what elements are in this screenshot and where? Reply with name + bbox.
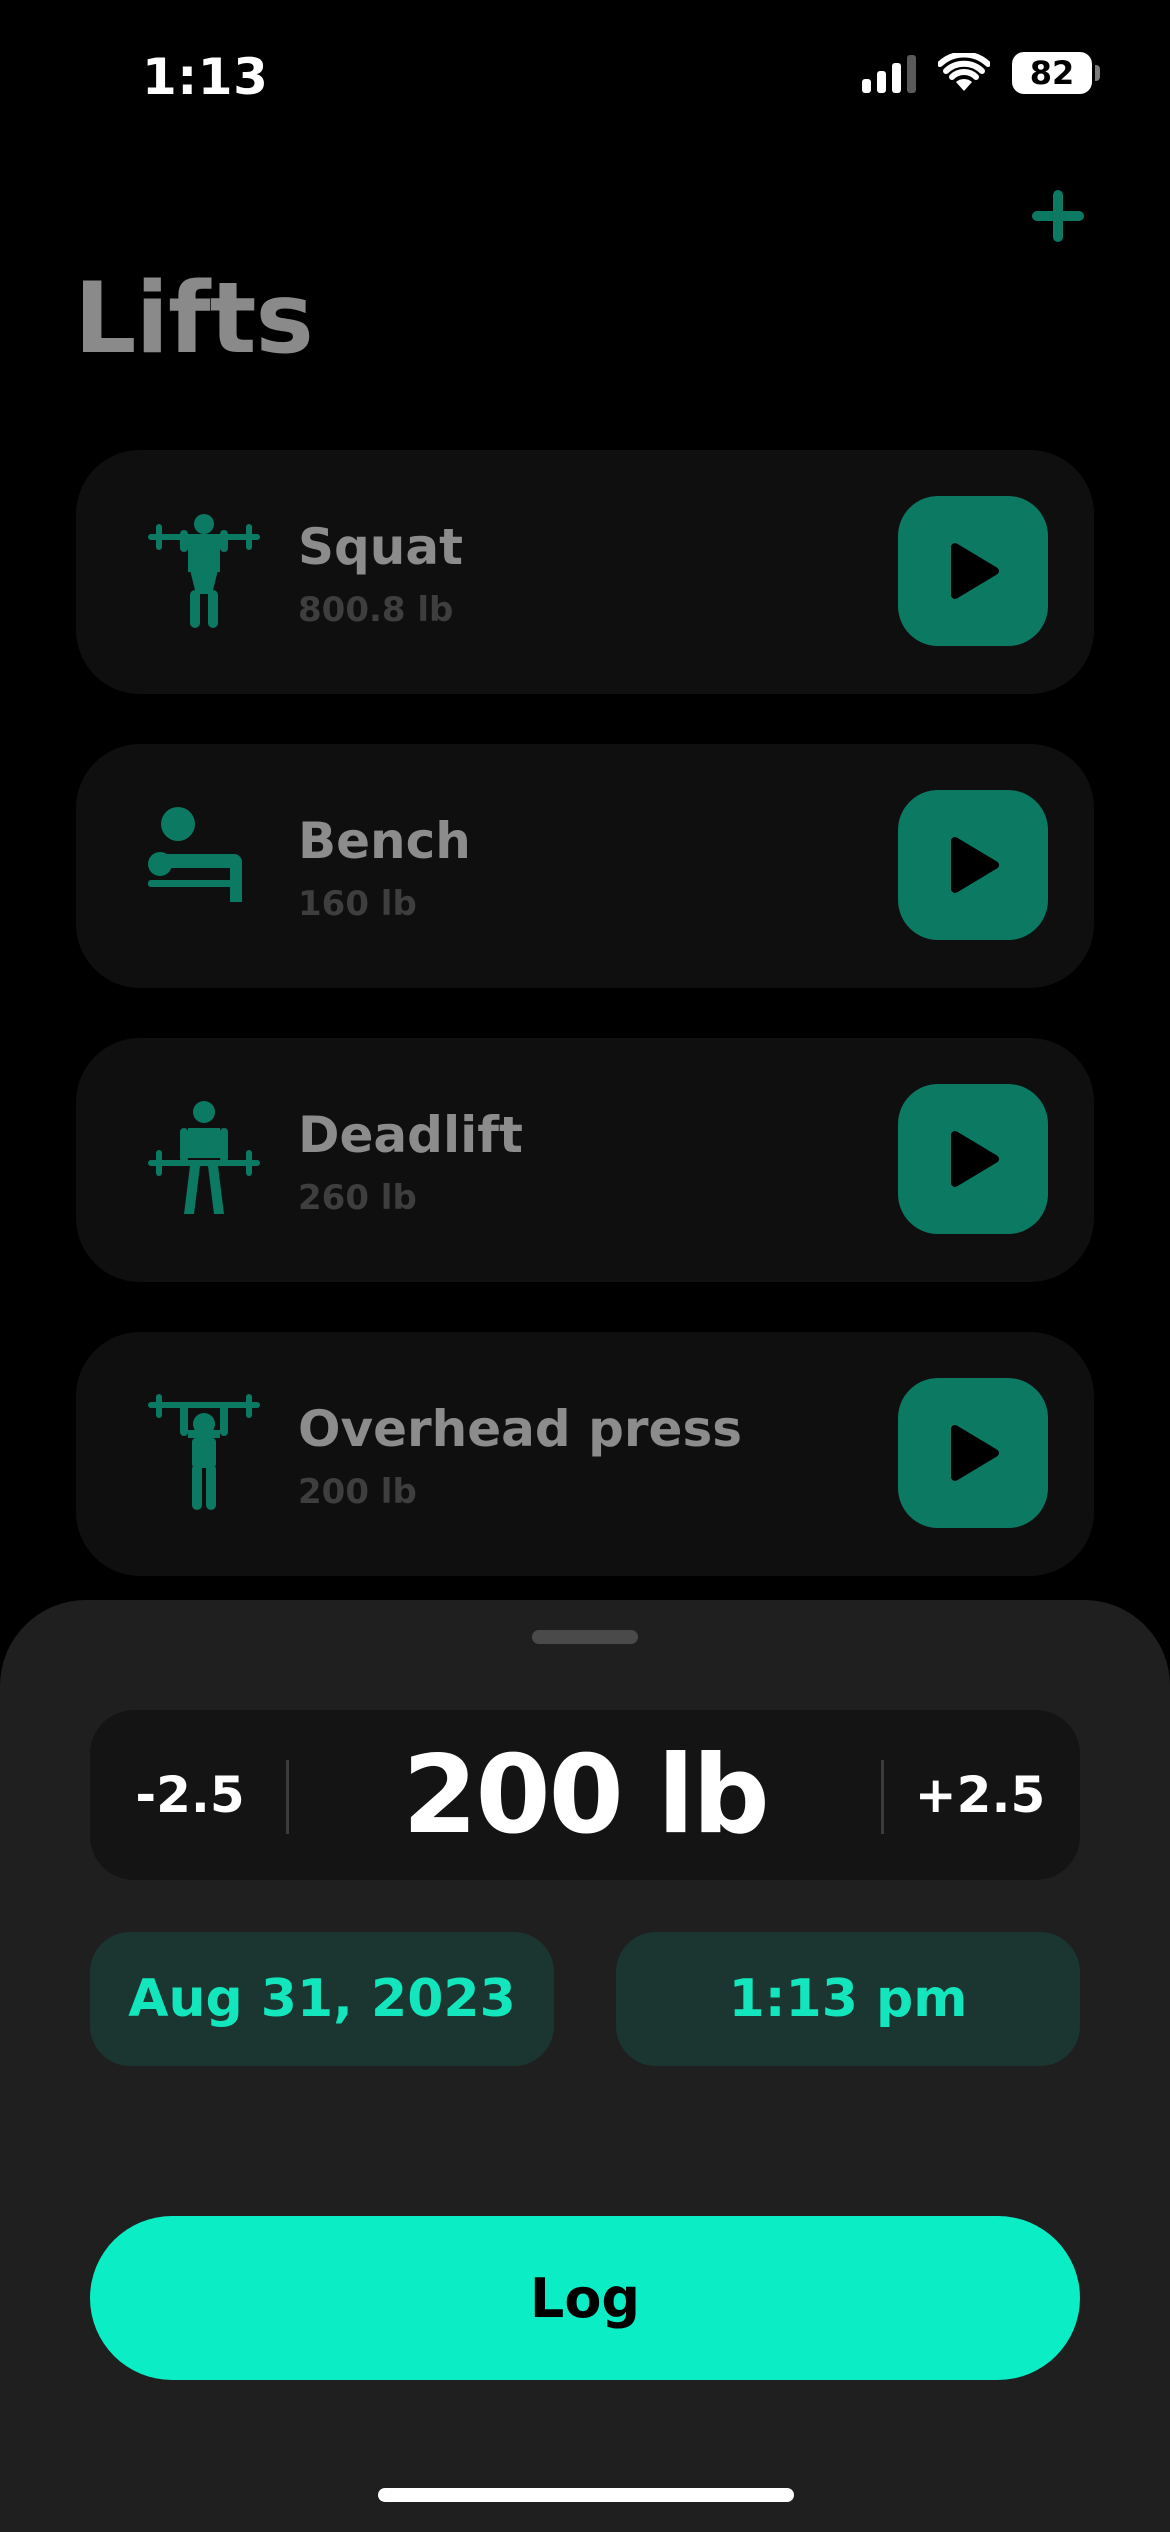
wifi-icon bbox=[938, 53, 990, 91]
status-time: 1:13 bbox=[142, 48, 269, 106]
time-picker-button[interactable]: 1:13 pm bbox=[616, 1932, 1080, 2066]
lift-card-squat[interactable]: Squat 800.8 lb bbox=[76, 450, 1094, 694]
start-lift-button[interactable] bbox=[898, 496, 1048, 646]
lift-weight: 160 lb bbox=[298, 884, 417, 924]
lift-name: Overhead press bbox=[298, 1400, 742, 1458]
bench-press-icon bbox=[148, 807, 242, 902]
battery-indicator: 82 bbox=[1012, 52, 1100, 94]
battery-level: 82 bbox=[1029, 54, 1075, 92]
play-icon bbox=[951, 543, 999, 599]
play-icon bbox=[951, 837, 999, 893]
lift-weight: 200 lb bbox=[298, 1472, 417, 1512]
overhead-press-icon bbox=[148, 1394, 260, 1510]
play-icon bbox=[951, 1425, 999, 1481]
weight-value: 200 lb bbox=[402, 1732, 769, 1858]
page-title: Lifts bbox=[74, 262, 314, 376]
plus-icon bbox=[1032, 190, 1084, 242]
lift-weight: 260 lb bbox=[298, 1178, 417, 1218]
status-icons: 82 bbox=[862, 52, 1100, 94]
start-lift-button[interactable] bbox=[898, 790, 1048, 940]
add-lift-button[interactable] bbox=[1030, 188, 1086, 244]
home-indicator bbox=[378, 2488, 794, 2502]
cellular-signal-icon bbox=[862, 53, 916, 93]
weight-stepper: -2.5 200 lb +2.5 bbox=[90, 1710, 1080, 1880]
lift-name: Squat bbox=[298, 518, 464, 576]
sheet-grabber[interactable] bbox=[532, 1630, 638, 1644]
log-button[interactable]: Log bbox=[90, 2216, 1080, 2380]
lift-name: Deadlift bbox=[298, 1106, 523, 1164]
play-icon bbox=[951, 1131, 999, 1187]
date-picker-button[interactable]: Aug 31, 2023 bbox=[90, 1932, 554, 2066]
increment-weight-button[interactable]: +2.5 bbox=[880, 1710, 1080, 1880]
lift-weight: 800.8 lb bbox=[298, 590, 454, 630]
start-lift-button[interactable] bbox=[898, 1084, 1048, 1234]
deadlift-icon bbox=[148, 1101, 260, 1214]
lift-card-bench[interactable]: Bench 160 lb bbox=[76, 744, 1094, 988]
squat-icon bbox=[148, 514, 260, 628]
decrement-weight-button[interactable]: -2.5 bbox=[90, 1710, 290, 1880]
log-sheet: -2.5 200 lb +2.5 Aug 31, 2023 1:13 pm Lo… bbox=[0, 1600, 1170, 2532]
lift-card-deadlift[interactable]: Deadlift 260 lb bbox=[76, 1038, 1094, 1282]
lift-card-overhead-press[interactable]: Overhead press 200 lb bbox=[76, 1332, 1094, 1576]
start-lift-button[interactable] bbox=[898, 1378, 1048, 1528]
lift-name: Bench bbox=[298, 812, 471, 870]
divider bbox=[286, 1760, 289, 1834]
